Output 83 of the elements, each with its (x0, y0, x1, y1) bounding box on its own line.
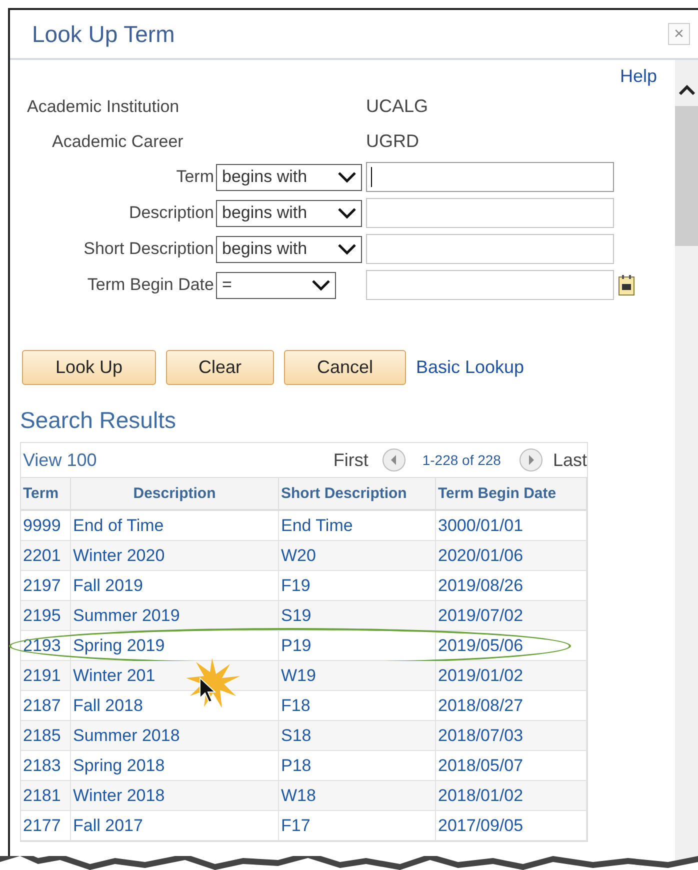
table-cell[interactable]: W19 (279, 661, 436, 691)
previous-page-icon[interactable] (382, 448, 406, 472)
column-header[interactable]: Term Begin Date (436, 478, 587, 511)
section-title: Search Results (20, 407, 177, 434)
table-cell[interactable]: 2019/07/02 (436, 601, 587, 631)
table-cell[interactable]: 2193 (21, 631, 71, 661)
table-cell[interactable]: 2181 (21, 781, 71, 811)
action-button[interactable]: Cancel (284, 350, 406, 385)
field-value: UGRD (366, 131, 420, 152)
input-field[interactable] (366, 162, 614, 192)
input-field[interactable] (366, 198, 614, 228)
column-header[interactable]: Description (71, 478, 279, 511)
view-all-link[interactable]: View 100 (23, 450, 97, 470)
scroll-up-icon[interactable] (678, 84, 696, 96)
last-page-label[interactable]: Last (552, 450, 587, 470)
column-header[interactable]: Short Description (279, 478, 436, 511)
table-cell[interactable]: Fall 2019 (71, 571, 279, 601)
field-label: Term Begin Date (87, 275, 214, 295)
help-link[interactable]: Help (620, 66, 657, 92)
input-field[interactable] (366, 270, 614, 300)
table-cell[interactable]: 2185 (21, 721, 71, 751)
table-cell[interactable]: 2191 (21, 661, 71, 691)
basic-lookup-link[interactable]: Basic Lookup (416, 357, 524, 378)
table-cell[interactable]: 2201 (21, 541, 71, 571)
chevron-down-icon (337, 243, 357, 255)
table-cell[interactable]: Winter 2018 (71, 781, 279, 811)
scrollbar-thumb[interactable] (675, 106, 698, 246)
table-cell[interactable]: F18 (279, 691, 436, 721)
table-cell[interactable]: W20 (279, 541, 436, 571)
table-cell[interactable]: 2177 (21, 811, 71, 841)
action-button[interactable]: Look Up (22, 350, 156, 385)
chevron-down-icon (337, 207, 357, 219)
table-cell[interactable]: S19 (279, 601, 436, 631)
action-button[interactable]: Clear (166, 350, 274, 385)
next-page-icon[interactable] (518, 448, 543, 472)
calendar-icon[interactable] (618, 274, 636, 296)
table-cell[interactable]: 2018/01/02 (436, 781, 587, 811)
field-label: Description (128, 203, 214, 223)
operator-dropdown[interactable]: = (216, 272, 336, 298)
table-cell[interactable]: 2195 (21, 601, 71, 631)
operator-dropdown[interactable]: begins with (216, 200, 362, 226)
chevron-down-icon (311, 279, 331, 291)
table-cell[interactable]: Summer 2019 (71, 601, 279, 631)
input-field[interactable] (366, 234, 614, 264)
table-cell[interactable]: F17 (279, 811, 436, 841)
table-cell[interactable]: Winter 2020 (71, 541, 279, 571)
table-cell[interactable]: 2019/01/02 (436, 661, 587, 691)
table-cell[interactable]: End of Time (71, 511, 279, 541)
table-cell[interactable]: End Time (279, 511, 436, 541)
table-cell[interactable]: 2197 (21, 571, 71, 601)
row-range: 1-228 of 228 (422, 452, 501, 468)
table-cell[interactable]: P18 (279, 751, 436, 781)
table-cell[interactable]: Spring 2018 (71, 751, 279, 781)
table-cell[interactable]: 2187 (21, 691, 71, 721)
field-label: Short Description (84, 239, 214, 259)
table-cell[interactable]: P19 (279, 631, 436, 661)
table-cell[interactable]: 3000/01/01 (436, 511, 587, 541)
table-cell[interactable]: Fall 2017 (71, 811, 279, 841)
table-cell[interactable]: 2019/05/06 (436, 631, 587, 661)
first-page-label[interactable]: First (333, 450, 368, 470)
table-cell[interactable]: 2020/01/06 (436, 541, 587, 571)
table-cell[interactable]: 2018/05/07 (436, 751, 587, 781)
table-cell[interactable]: 2018/07/03 (436, 721, 587, 751)
column-header[interactable]: Term (21, 478, 71, 511)
table-cell[interactable]: Fall 2018 (71, 691, 279, 721)
window-title: Look Up Term (32, 20, 175, 48)
field-label: Term (176, 167, 214, 187)
table-cell[interactable]: F19 (279, 571, 436, 601)
operator-dropdown[interactable]: begins with (216, 236, 362, 262)
field-label: Academic Institution (26, 96, 180, 118)
table-cell[interactable]: 2017/09/05 (436, 811, 587, 841)
table-cell[interactable]: Spring 2019 (71, 631, 279, 661)
field-label: Academic Career (51, 131, 184, 153)
table-cell[interactable]: S18 (279, 721, 436, 751)
table-cell[interactable]: Summer 2018 (71, 721, 279, 751)
table-cell[interactable]: 2019/08/26 (436, 571, 587, 601)
field-value: UCALG (366, 96, 430, 117)
table-cell[interactable]: 2018/08/27 (436, 691, 587, 721)
table-cell[interactable]: W18 (279, 781, 436, 811)
table-cell[interactable]: 9999 (21, 511, 71, 541)
table-cell[interactable]: 2183 (21, 751, 71, 781)
operator-dropdown[interactable]: begins with (216, 164, 362, 190)
chevron-down-icon (337, 171, 357, 183)
